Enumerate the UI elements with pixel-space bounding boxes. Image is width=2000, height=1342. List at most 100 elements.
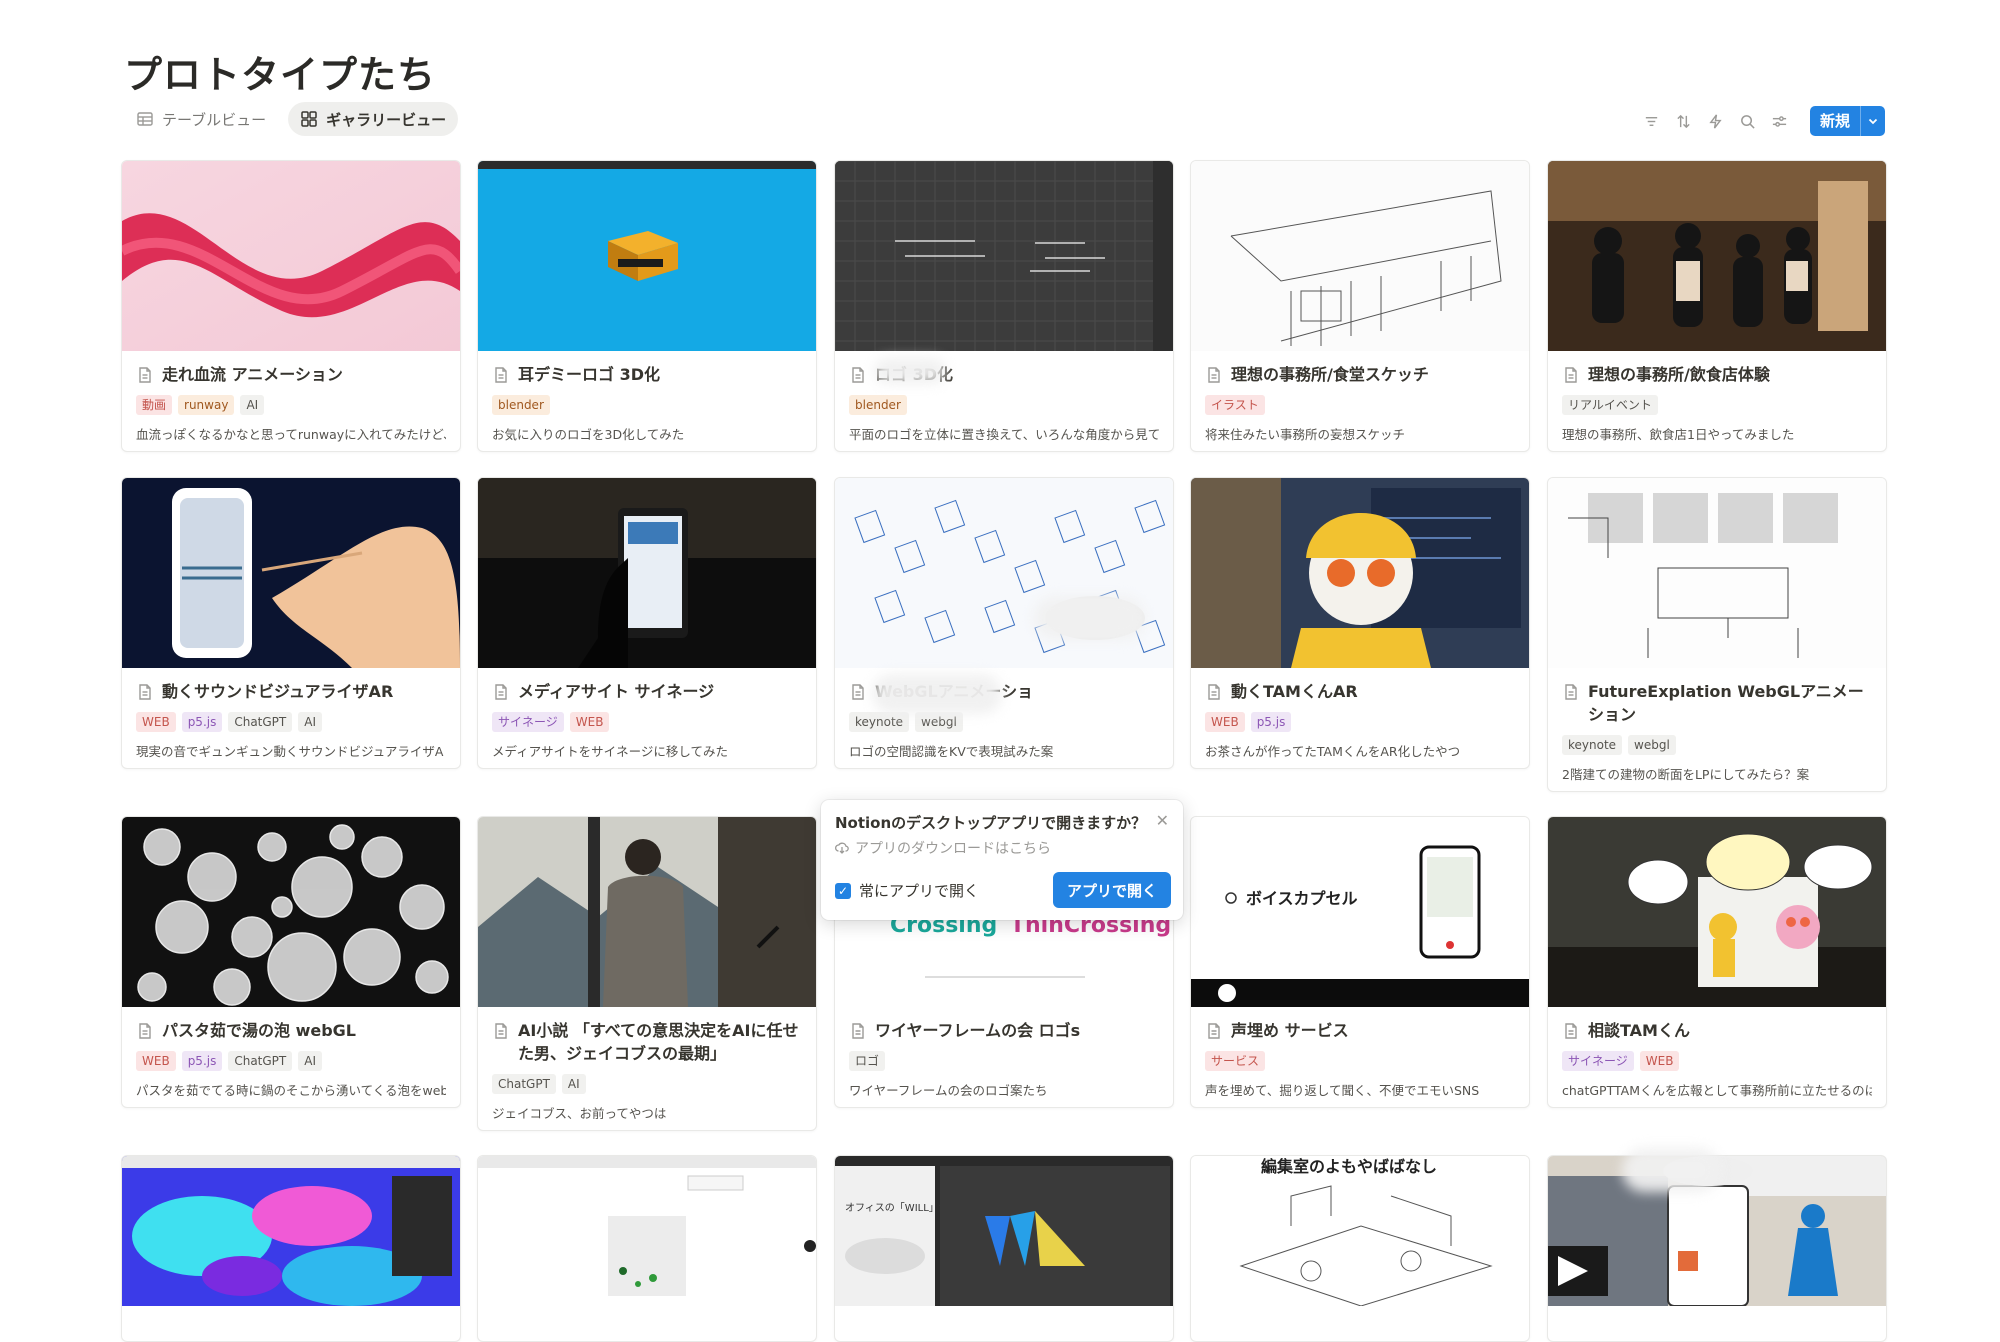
- gallery-card[interactable]: 動くTAMくんAR WEB p5.js お茶さんが作ってたTAMくんをAR化したやつ: [1190, 477, 1530, 769]
- card-description: パスタを茹でてる時に鍋のそこから湧いてくる泡をweb: [136, 1083, 446, 1098]
- card-title-text: 耳デミーロゴ 3D化: [518, 365, 660, 384]
- tag-list: blender: [492, 395, 802, 415]
- gallery-card[interactable]: [477, 1155, 817, 1342]
- card-thumbnail: [122, 478, 460, 668]
- svg-text:編集室のよもやばばなし: 編集室のよもやばばなし: [1261, 1157, 1437, 1176]
- gallery-card[interactable]: 理想の事務所/食堂スケッチ イラスト 将来住みたい事務所の妄想スケッチ: [1190, 160, 1530, 452]
- close-icon[interactable]: ✕: [1156, 811, 1169, 830]
- card-thumbnail: [122, 817, 460, 1007]
- gallery-card[interactable]: 動くサウンドビジュアライザAR WEB p5.js ChatGPT AI 現実の音でギュン…: [121, 477, 461, 769]
- page-icon: [495, 1023, 507, 1039]
- card-description: 理想の事務所、飲食店1日やってみました: [1562, 427, 1795, 442]
- tag: WEB: [1639, 1051, 1680, 1071]
- svg-text:ボイスカプセル: ボイスカプセル: [1246, 889, 1358, 908]
- card-description: ワイヤーフレームの会のロゴ案たち: [849, 1083, 1048, 1098]
- gallery-card[interactable]: メディアサイト サイネージ サイネージ WEB メディアサイトをサイネージに移してみた: [477, 477, 817, 769]
- download-label: アプリのダウンロードはこちら: [855, 841, 1051, 857]
- tag: AI: [561, 1074, 586, 1094]
- gallery-card[interactable]: 耳デミーロゴ 3D化 blender お気に入りのロゴを3D化してみた: [477, 160, 817, 452]
- page-icon: [1208, 367, 1220, 383]
- card-title-text: 相談TAMくん: [1588, 1021, 1690, 1040]
- tag: WEB: [136, 712, 176, 732]
- card-title: 走れ血流 アニメーション: [136, 363, 446, 386]
- tag: リアルイベント: [1562, 395, 1658, 415]
- thumb-text: ボイスカプセル: [1246, 889, 1358, 908]
- card-thumbnail: [478, 478, 816, 668]
- card-thumbnail: [1548, 478, 1886, 668]
- always-open-label: 常にアプリで開く: [859, 882, 980, 900]
- download-icon: [835, 842, 849, 854]
- gallery-card[interactable]: [121, 1155, 461, 1342]
- card-title: 相談TAMくん: [1562, 1019, 1872, 1042]
- card-title-text: 動くTAMくんAR: [1231, 682, 1358, 701]
- card-description: 平面のロゴを立体に置き換えて、いろんな角度から見て: [849, 427, 1159, 442]
- gallery-card[interactable]: ロゴ 3D化blender平面のロゴを立体に置き換えて、いろんな角度から見て: [834, 160, 1174, 452]
- gallery-grid: 走れ血流 アニメーション 動画 runway AI 血流っぽくなるかなと思ってrunwa…: [0, 0, 2000, 1342]
- tag: WEB: [1205, 712, 1245, 732]
- gallery-card[interactable]: AI小説 「すべての意思決定をAIに任せた男、ジェイコブスの最期」 ChatGPT…: [477, 816, 817, 1131]
- gallery-card[interactable]: 編集室のよもやばばなし: [1190, 1155, 1530, 1342]
- tag: p5.js: [1250, 712, 1292, 732]
- tag: WEB: [136, 1051, 176, 1071]
- tag: サービス: [1205, 1051, 1266, 1071]
- always-open-checkbox[interactable]: ✓ 常にアプリで開く: [835, 880, 979, 901]
- gallery-card[interactable]: FutureExplation WebGLアニメーション keynote webgl…: [1547, 477, 1887, 792]
- tag-list: keynote webgl: [849, 712, 1159, 732]
- tag-list: WEB p5.js ChatGPT AI: [136, 1051, 446, 1071]
- open-in-app-popup: Notionのデスクトップアプリで開きますか？ ✕ アプリのダウンロードはこちら…: [821, 800, 1183, 920]
- tag: p5.js: [181, 712, 223, 732]
- tag-list: ロゴ: [849, 1051, 1159, 1071]
- tag: ChatGPT: [228, 712, 293, 732]
- page-icon: [852, 684, 864, 700]
- tag: blender: [849, 395, 907, 415]
- card-thumbnail: [122, 161, 460, 351]
- page-icon: [495, 367, 507, 383]
- tag: webgl: [1628, 735, 1676, 755]
- card-title: 動くTAMくんAR: [1205, 680, 1515, 703]
- gallery-card[interactable]: 理想の事務所/飲食店体験 リアルイベント 理想の事務所、飲食店1日やってみました: [1547, 160, 1887, 452]
- gallery-card[interactable]: 走れ血流 アニメーション 動画 runway AI 血流っぽくなるかなと思ってrunwa…: [121, 160, 461, 452]
- card-description: ジェイコブス、お前ってやつは: [492, 1106, 667, 1121]
- tag: webgl: [915, 712, 963, 732]
- tag-list: イラスト: [1205, 395, 1515, 415]
- redaction-blur: [1622, 1148, 1720, 1192]
- tag-list: サイネージ WEB: [1562, 1051, 1872, 1071]
- tag: サイネージ: [1562, 1051, 1634, 1071]
- card-title-text: FutureExplation WebGLアニメーション: [1588, 682, 1864, 724]
- card-description: 現実の音でギュンギュン動くサウンドビジュアライザA: [136, 744, 444, 759]
- page-icon: [852, 367, 864, 383]
- gallery-card[interactable]: オフィスの「WILL」がきっ: [834, 1155, 1174, 1342]
- card-thumbnail: [835, 161, 1173, 351]
- checkbox-checked-icon: ✓: [835, 882, 851, 899]
- card-thumbnail: [1191, 161, 1529, 351]
- tag: ロゴ: [849, 1051, 886, 1071]
- card-thumbnail: [478, 1156, 816, 1341]
- thumb-text: 編集室のよもやばばなし: [1261, 1157, 1437, 1176]
- card-description: メディアサイトをサイネージに移してみた: [492, 744, 729, 759]
- tag: AI: [240, 395, 265, 415]
- page-icon: [852, 1023, 864, 1039]
- card-title: 耳デミーロゴ 3D化: [492, 363, 802, 386]
- card-description: 血流っぽくなるかなと思ってrunwayに入れてみたけど、: [136, 427, 446, 442]
- tag: AI: [298, 712, 323, 732]
- card-thumbnail: [1548, 161, 1886, 351]
- page-icon: [139, 1023, 151, 1039]
- page-icon: [1565, 1023, 1577, 1039]
- gallery-card[interactable]: パスタ茹で湯の泡 webGL WEB p5.js ChatGPT AI パスタを茹でてる時…: [121, 816, 461, 1108]
- card-thumbnail: [1191, 478, 1529, 668]
- gallery-card[interactable]: ボイスカプセル 声埋め サービス サービス 声を埋めて、掘り返して聞く、不便でエモいS…: [1190, 816, 1530, 1108]
- card-title: 理想の事務所/食堂スケッチ: [1205, 363, 1515, 386]
- redaction-blur: [874, 358, 946, 384]
- gallery-card[interactable]: 相談TAMくん サイネージ WEB chatGPTTAMくんを広報として事務所前に立た…: [1547, 816, 1887, 1108]
- gallery-card[interactable]: [1547, 1155, 1887, 1342]
- open-in-app-button[interactable]: アプリで開く: [1053, 872, 1171, 908]
- card-thumbnail: [478, 161, 816, 351]
- card-title-text: AI小説 「すべての意思決定をAIに任せた男、ジェイコブスの最期」: [518, 1021, 799, 1063]
- card-thumbnail: [122, 1156, 460, 1341]
- card-thumbnail: [1548, 1156, 1886, 1341]
- download-link[interactable]: アプリのダウンロードはこちら: [835, 838, 1051, 858]
- tag-list: サイネージ WEB: [492, 712, 802, 732]
- tag: keynote: [1562, 735, 1623, 755]
- card-thumbnail: [1548, 817, 1886, 1007]
- tag-list: keynote webgl: [1562, 735, 1872, 755]
